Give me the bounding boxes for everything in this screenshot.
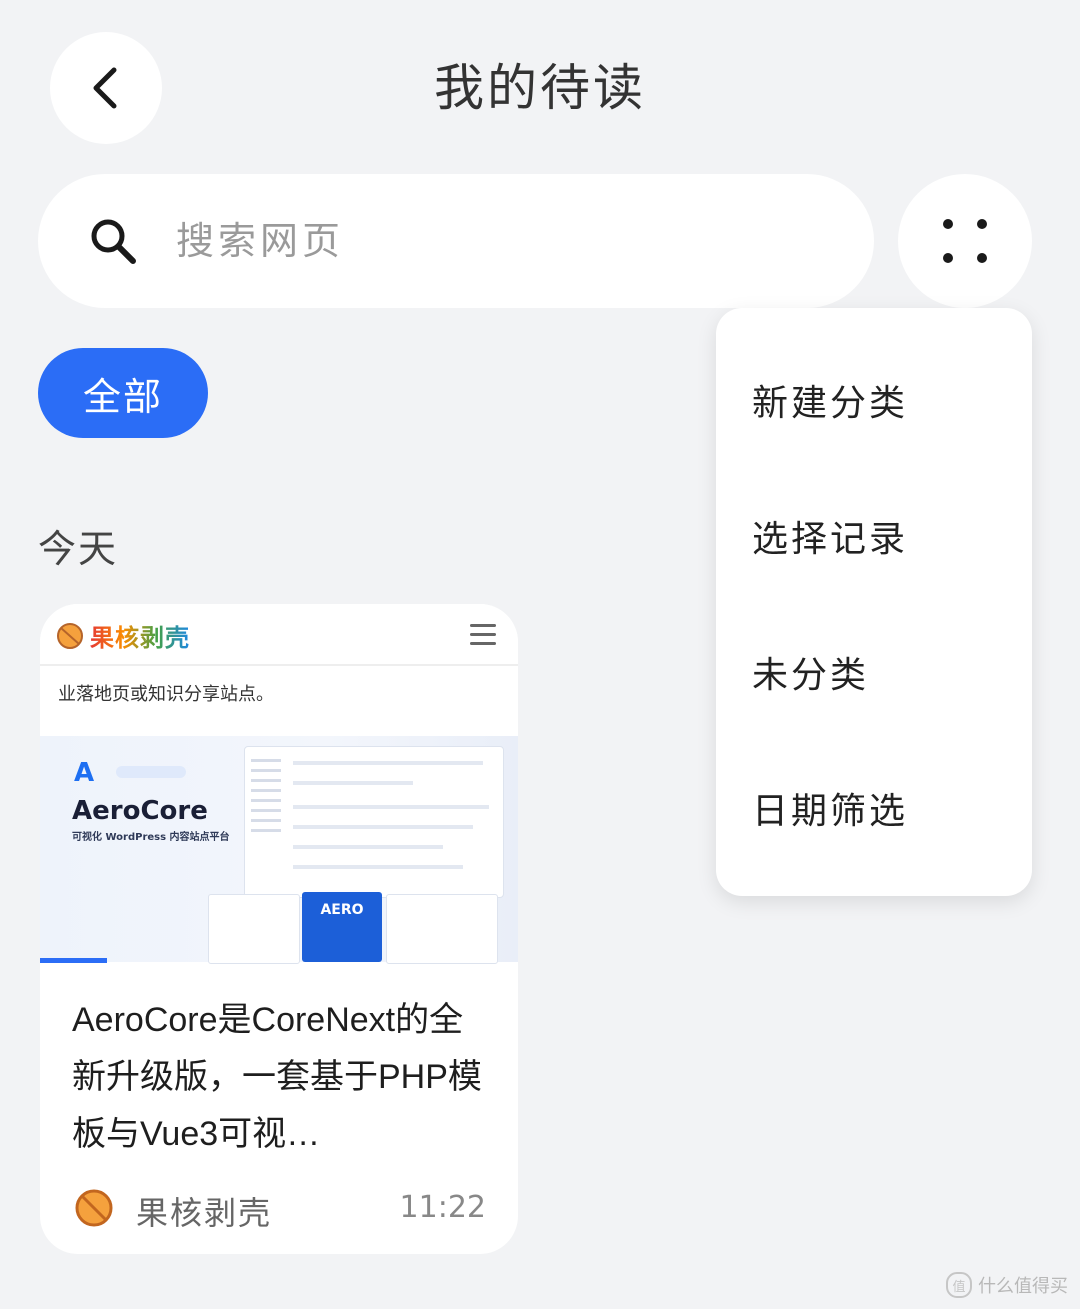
more-options-menu: 新建分类 选择记录 未分类 日期筛选: [716, 308, 1032, 896]
thumbnail-aero-banner: AERO: [302, 892, 382, 962]
four-dots-icon: [943, 219, 987, 263]
filter-chip-all[interactable]: 全部: [38, 348, 208, 438]
search-bar[interactable]: [38, 174, 874, 308]
menu-item-select-records[interactable]: 选择记录: [752, 510, 908, 562]
thumbnail-product-name: AeroCore: [72, 796, 208, 826]
menu-item-uncategorized[interactable]: 未分类: [752, 646, 869, 698]
hamburger-icon: [470, 624, 496, 651]
menu-item-date-filter[interactable]: 日期筛选: [752, 782, 908, 834]
page-title: 我的待读: [434, 59, 646, 117]
card-timestamp: 11:22: [399, 1190, 486, 1225]
thumbnail-mini-panel: [386, 894, 498, 964]
source-favicon-icon: [75, 1189, 113, 1227]
reading-item-card[interactable]: 果核剥壳 业落地页或知识分享站点。 A AeroCore 可视化 WordPre…: [40, 604, 518, 1254]
card-title: AeroCore是CoreNext的全新升级版，一套基于PHP模板与Vue3可视…: [72, 1001, 482, 1153]
thumbnail-screenshot: A AeroCore 可视化 WordPress 内容站点平台 AERO: [40, 736, 518, 964]
read-progress-bar: [40, 958, 107, 963]
watermark: 值 什么值得买: [946, 1272, 1068, 1298]
more-menu-button[interactable]: [898, 174, 1032, 308]
thumbnail-mini-panel: [208, 894, 300, 964]
search-icon: [91, 219, 136, 264]
card-source-name: 果核剥壳: [136, 1194, 273, 1232]
thumbnail-brand-text: 果核剥壳: [90, 618, 190, 653]
brand-logo-icon: [57, 622, 83, 649]
product-badge: [116, 766, 186, 778]
thumbnail-product-subtitle: 可视化 WordPress 内容站点平台: [72, 832, 230, 843]
thumbnail-dashboard-panel: [244, 746, 504, 898]
card-thumbnail: 果核剥壳 业落地页或知识分享站点。 A AeroCore 可视化 WordPre…: [40, 604, 518, 964]
section-header-today: 今天: [38, 527, 119, 571]
watermark-text: 什么值得买: [978, 1276, 1068, 1297]
watermark-logo-icon: 值: [946, 1272, 972, 1298]
menu-item-new-category[interactable]: 新建分类: [752, 374, 908, 426]
search-input[interactable]: [174, 218, 778, 264]
thumbnail-header: 果核剥壳: [40, 604, 518, 666]
thumbnail-tagline: 业落地页或知识分享站点。: [58, 684, 274, 705]
product-logo-icon: A: [74, 758, 95, 788]
